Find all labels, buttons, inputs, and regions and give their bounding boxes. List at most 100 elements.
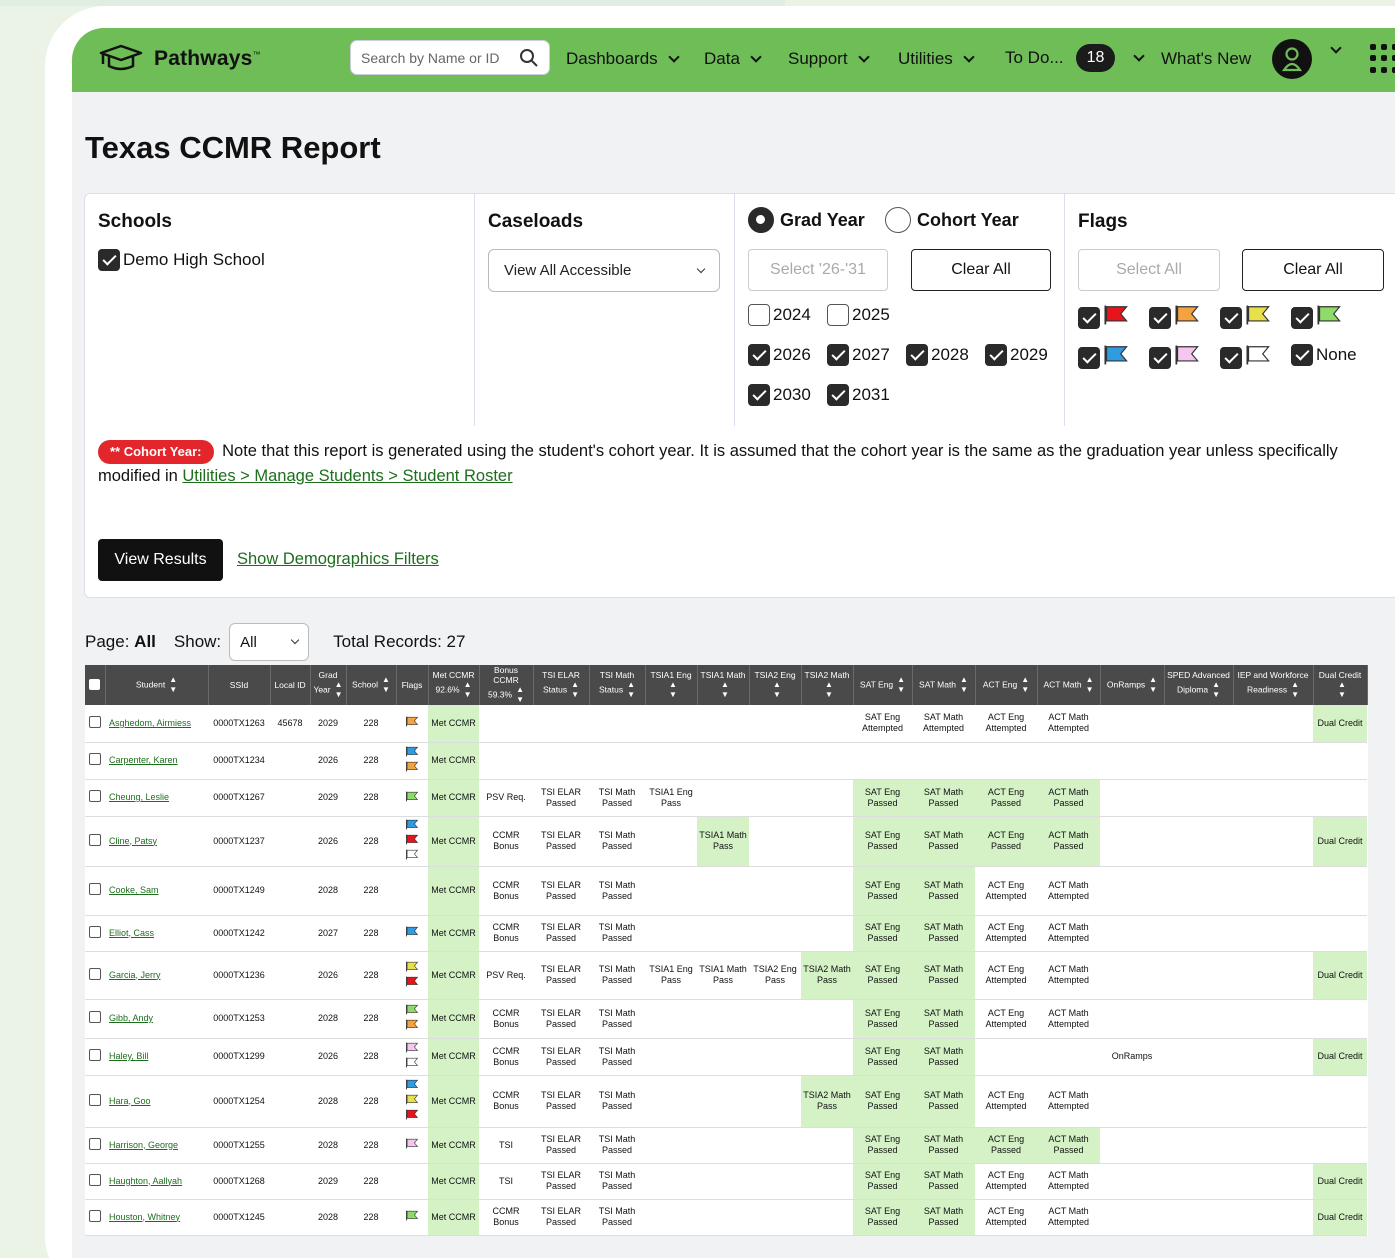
column-header[interactable]: SPED Advanced Diploma ▲ ▼ xyxy=(1164,665,1234,705)
column-header[interactable]: TSIA2 Math▲ ▼ xyxy=(801,665,854,705)
column-header[interactable]: IEP and Workforce Readiness ▲ ▼ xyxy=(1233,665,1314,705)
radio-selected-icon[interactable] xyxy=(748,207,774,233)
flag-option[interactable] xyxy=(1220,344,1271,371)
row-checkbox[interactable] xyxy=(85,1199,105,1236)
column-header[interactable]: School ▲ ▼ xyxy=(346,665,397,705)
student-link[interactable]: Cheung, Leslie xyxy=(105,779,208,817)
row-checkbox[interactable] xyxy=(85,1075,105,1128)
year-2030[interactable]: 2030 xyxy=(748,384,811,406)
column-header[interactable]: ACT Eng ▲ ▼ xyxy=(975,665,1038,705)
student-link[interactable]: Hara, Goo xyxy=(105,1075,208,1128)
nav-support[interactable]: Support xyxy=(788,49,870,69)
row-checkbox[interactable] xyxy=(85,816,105,867)
column-header[interactable]: TSIA1 Math▲ ▼ xyxy=(697,665,750,705)
column-header[interactable]: Local ID xyxy=(270,665,311,705)
column-header[interactable]: TSI ELAR Status ▲ ▼ xyxy=(533,665,590,705)
school-option[interactable]: Demo High School xyxy=(98,249,265,271)
column-header[interactable]: Bonus CCMR 59.3% ▲ ▼ xyxy=(479,665,534,705)
column-header[interactable]: SSId xyxy=(208,665,271,705)
logo[interactable]: Pathways™ xyxy=(98,44,261,74)
sped-cell xyxy=(1164,951,1233,1000)
column-header[interactable]: TSI Math Status ▲ ▼ xyxy=(589,665,646,705)
onr-cell xyxy=(1100,1163,1164,1200)
flag-icon xyxy=(1245,304,1271,331)
radio-unselected-icon[interactable] xyxy=(885,207,911,233)
column-header[interactable]: Met CCMR 92.6% ▲ ▼ xyxy=(428,665,480,705)
flag-option[interactable] xyxy=(1078,304,1129,331)
checkbox-checked-icon[interactable] xyxy=(98,249,120,271)
student-link[interactable]: Carpenter, Karen xyxy=(105,742,208,780)
student-link[interactable]: Cline, Patsy xyxy=(105,816,208,867)
dual-cell: Dual Credit xyxy=(1313,1199,1367,1236)
student-link[interactable]: Haughton, Aallyah xyxy=(105,1163,208,1200)
year-2029[interactable]: 2029 xyxy=(985,344,1048,366)
column-header[interactable]: OnRamps ▲ ▼ xyxy=(1100,665,1165,705)
show-select[interactable]: All xyxy=(229,623,310,661)
select-all-flags-button[interactable]: Select All xyxy=(1078,249,1220,291)
select-all-checkbox[interactable] xyxy=(85,665,106,705)
bonus-cell: PSV Req. xyxy=(479,779,533,817)
row-checkbox[interactable] xyxy=(85,999,105,1039)
clear-all-flags-button[interactable]: Clear All xyxy=(1242,249,1384,291)
row-checkbox[interactable] xyxy=(85,915,105,952)
year-2031[interactable]: 2031 xyxy=(827,384,890,406)
flag-option[interactable] xyxy=(1220,304,1271,331)
row-checkbox[interactable] xyxy=(85,866,105,916)
column-header[interactable]: SAT Eng ▲ ▼ xyxy=(853,665,913,705)
show-demographics-link[interactable]: Show Demographics Filters xyxy=(237,550,439,569)
row-checkbox[interactable] xyxy=(85,742,105,780)
row-checkbox[interactable] xyxy=(85,705,105,743)
user-avatar[interactable] xyxy=(1272,39,1312,79)
row-checkbox[interactable] xyxy=(85,951,105,1000)
apps-grid-icon[interactable] xyxy=(1370,44,1395,74)
row-checkbox[interactable] xyxy=(85,1127,105,1164)
year-2028[interactable]: 2028 xyxy=(906,344,969,366)
nav-data[interactable]: Data xyxy=(704,49,762,69)
user-menu-toggle[interactable] xyxy=(1328,42,1342,54)
search-input[interactable]: Search by Name or ID xyxy=(350,40,550,75)
clear-years-button[interactable]: Clear All xyxy=(911,249,1051,291)
table-row: Cheung, Leslie 0000TX1267 2029 228 Met CCMR P… xyxy=(85,779,1367,817)
year-2024[interactable]: 2024 xyxy=(748,304,811,326)
student-link[interactable]: Harrison, George xyxy=(105,1127,208,1164)
student-link[interactable]: Elliot, Cass xyxy=(105,915,208,952)
cohort-year-radio[interactable]: Cohort Year xyxy=(885,207,1019,233)
column-header[interactable]: TSIA2 Eng▲ ▼ xyxy=(749,665,802,705)
elar-cell: TSI ELAR Passed xyxy=(533,1127,589,1164)
flag-option-none[interactable]: None xyxy=(1291,344,1357,366)
sort-icon: ▲ ▼ xyxy=(1338,680,1346,699)
nav-utilities[interactable]: Utilities xyxy=(898,49,975,69)
row-checkbox[interactable] xyxy=(85,1038,105,1076)
nav-todo[interactable]: To Do... 18 xyxy=(1005,44,1146,72)
column-header[interactable]: Flags xyxy=(396,665,429,705)
column-header[interactable]: ACT Math ▲ ▼ xyxy=(1037,665,1101,705)
student-link[interactable]: Asghedom, Airmiess xyxy=(105,705,208,743)
column-header[interactable]: Dual Credit▲ ▼ xyxy=(1313,665,1368,705)
year-2026[interactable]: 2026 xyxy=(748,344,811,366)
student-link[interactable]: Houston, Whitney xyxy=(105,1199,208,1236)
local-id-cell xyxy=(270,999,310,1039)
column-header[interactable]: SAT Math ▲ ▼ xyxy=(912,665,976,705)
nav-dashboards[interactable]: Dashboards xyxy=(566,49,680,69)
student-link[interactable]: Cooke, Sam xyxy=(105,866,208,916)
flag-option[interactable] xyxy=(1149,304,1200,331)
row-checkbox[interactable] xyxy=(85,1163,105,1200)
nav-whats-new[interactable]: What's New xyxy=(1161,49,1251,69)
caseloads-select[interactable]: View All Accessible xyxy=(488,249,720,292)
view-results-button[interactable]: View Results xyxy=(98,539,223,581)
flag-option[interactable] xyxy=(1291,304,1342,331)
student-link[interactable]: Gibb, Andy xyxy=(105,999,208,1039)
student-link[interactable]: Garcia, Jerry xyxy=(105,951,208,1000)
select-years-button[interactable]: Select '26-'31 xyxy=(748,249,888,291)
column-header[interactable]: Student ▲ ▼ xyxy=(105,665,209,705)
year-2025[interactable]: 2025 xyxy=(827,304,890,326)
flag-option[interactable] xyxy=(1149,344,1200,371)
row-checkbox[interactable] xyxy=(85,779,105,817)
grad-year-radio[interactable]: Grad Year xyxy=(748,207,865,233)
column-header[interactable]: Grad Year ▲ ▼ xyxy=(310,665,347,705)
column-header[interactable]: TSIA1 Eng▲ ▼ xyxy=(645,665,698,705)
year-2027[interactable]: 2027 xyxy=(827,344,890,366)
student-link[interactable]: Haley, Bill xyxy=(105,1038,208,1076)
student-roster-link[interactable]: Utilities > Manage Students > Student Ro… xyxy=(182,467,512,485)
flag-option[interactable] xyxy=(1078,344,1129,371)
